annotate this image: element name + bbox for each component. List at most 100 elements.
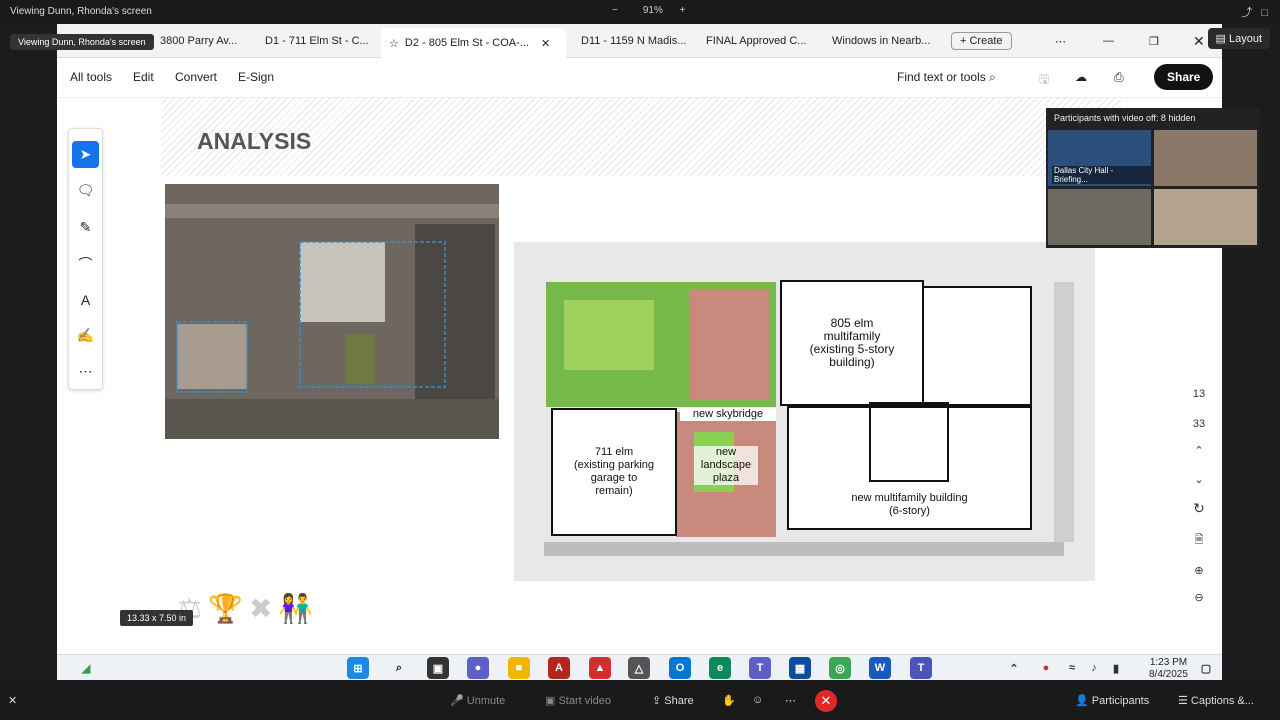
rotate-icon[interactable]: ↻ (1181, 500, 1217, 517)
task-view-icon[interactable]: ▣ (427, 657, 449, 679)
find-tools-button[interactable]: Find text or tools ⌕ (897, 70, 996, 85)
more-icon[interactable]: ⋯ (785, 694, 796, 707)
wifi-icon[interactable]: ≈ (1061, 657, 1083, 679)
participants-button[interactable]: 👤 Participants (1075, 694, 1149, 707)
close-panel-icon[interactable]: ✕ (8, 694, 17, 707)
file-explorer-icon[interactable]: ■ (508, 657, 530, 679)
reactions-icon[interactable]: ☺ (752, 694, 763, 706)
star-icon[interactable]: ☆ (389, 37, 399, 50)
comment-icon[interactable]: 🗨 (72, 177, 99, 204)
captions-label: Captions &... (1190, 695, 1254, 707)
page-size-tooltip: 13.33 x 7.50 in (120, 610, 194, 626)
security-icon: ● (1042, 662, 1050, 674)
window-controls[interactable]: ⤴ □ (1241, 4, 1268, 20)
new-multifamily-label: new multifamily building (6-story) (851, 492, 968, 517)
chrome-icon[interactable]: ◎ (829, 657, 851, 679)
taskbar-clock[interactable]: 1:23 PM 8/4/2025 (1149, 657, 1188, 680)
meet-icon[interactable]: ● (467, 657, 489, 679)
layout-button[interactable]: ▤ Layout (1207, 28, 1270, 49)
print-icon[interactable]: ⎙ (1114, 70, 1124, 85)
search-icon[interactable]: ⌕ (388, 657, 410, 679)
leave-button[interactable]: ✕ (815, 690, 837, 712)
block-east (924, 286, 1032, 406)
zoom-in-icon[interactable]: ⊕ (1181, 564, 1217, 577)
captions-button[interactable]: ☰ Captions &... (1178, 694, 1254, 707)
chevron-up-icon[interactable]: ⌃ (1003, 657, 1025, 679)
store-icon[interactable]: ▦ (789, 657, 811, 679)
pen-app-icon[interactable]: △ (628, 657, 650, 679)
create-button[interactable]: + Create (951, 30, 1021, 52)
raise-hand-icon[interactable]: ✋ (722, 694, 736, 707)
share-screen-button[interactable]: ⇪ Share (652, 694, 694, 707)
menu-convert[interactable]: Convert (175, 70, 217, 84)
text-box-icon[interactable]: A (72, 286, 99, 313)
lasso-icon[interactable]: ⌒ (72, 250, 99, 277)
clock-date: 8/4/2025 (1149, 669, 1188, 680)
page-down-icon[interactable]: ⌄ (1181, 473, 1217, 486)
page-total: 33 (1192, 418, 1206, 430)
acrobat-icon[interactable]: ▲ (589, 657, 611, 679)
start-icon[interactable]: ⊞ (347, 657, 369, 679)
tab-label: Windows in Nearb... (832, 35, 931, 47)
upload-icon[interactable]: ☁ (1075, 70, 1087, 84)
start-video-button[interactable]: ▣ Start video (545, 694, 611, 707)
teams-alt-icon[interactable]: T (910, 657, 932, 679)
outlook-icon[interactable]: O (669, 657, 691, 679)
tab-active[interactable]: ☆ D2 - 805 Elm St - COA-... ✕ (381, 28, 566, 58)
video-tile[interactable] (1154, 130, 1257, 186)
page-thumbnail-icon[interactable]: 🗎 (1181, 531, 1217, 550)
more-tools-icon[interactable]: ⋯ (72, 358, 99, 385)
tab-1[interactable]: 3800 Parry Av... (160, 30, 250, 52)
zoom-out-button[interactable]: − (612, 5, 618, 16)
elm805-block: 805 elm multifamily (existing 5-story bu… (780, 280, 924, 406)
tab-4[interactable]: D11 - 1159 N Madis... (581, 30, 691, 52)
participants-label: Participants (1091, 695, 1150, 707)
access-icon[interactable]: A (548, 657, 570, 679)
elm711-label: 711 elm (existing parking garage to rema… (573, 446, 655, 497)
aerial-graphic (165, 184, 499, 439)
close-icon[interactable]: ✕ (1193, 30, 1207, 52)
page-title: ANALYSIS (197, 128, 312, 154)
zoom-level-controls[interactable]: − 91% + (612, 5, 685, 16)
tab-5[interactable]: FINAL Approved C... (706, 30, 816, 52)
video-tile[interactable] (1154, 189, 1257, 245)
menu-esign[interactable]: E-Sign (238, 70, 274, 84)
word-icon[interactable]: W (869, 657, 891, 679)
video-tile-name: Dallas City Hall - Briefing... (1052, 166, 1151, 184)
minimize-icon[interactable]: — (1103, 30, 1117, 52)
close-tab-icon[interactable]: ✕ (541, 37, 550, 50)
save-icon[interactable]: 🖫 (1039, 70, 1049, 91)
viewing-badge: Viewing Dunn, Rhonda's screen (10, 34, 154, 50)
menu-edit[interactable]: Edit (133, 70, 154, 84)
share-button[interactable]: Share (1154, 64, 1214, 90)
video-tile[interactable]: Dallas City Hall - Briefing... (1048, 130, 1151, 186)
page-navigation: 13 33 ⌃ ⌄ ↻ 🗎 ⊕ ⊖ (1181, 378, 1217, 604)
notification-icon[interactable]: ▢ (1195, 657, 1217, 679)
tab-6[interactable]: Windows in Nearb... (832, 30, 942, 52)
more-icon[interactable]: ⋯ (1055, 30, 1075, 52)
teams-icon[interactable]: T (749, 657, 771, 679)
zoom-out-icon[interactable]: ⊖ (1181, 591, 1217, 604)
pen-icon[interactable]: ✎ (72, 214, 99, 241)
page-up-icon[interactable]: ⌃ (1181, 444, 1217, 457)
aerial-photo (165, 184, 499, 439)
pdf-page: ANALYSIS 805 elm multifamily (existing 5… (161, 98, 1121, 654)
page-current: 13 (1192, 388, 1206, 400)
battery-icon[interactable]: ▮ (1105, 657, 1127, 679)
share-screen-label: Share (664, 695, 694, 707)
unmute-button[interactable]: 🎤 Unmute (450, 694, 505, 707)
select-tool-icon[interactable]: ➤ (72, 141, 99, 168)
search-icon: ⌕ (989, 70, 996, 84)
volume-icon[interactable]: ♪ (1083, 657, 1105, 679)
fill-sign-icon[interactable]: ✍ (72, 322, 99, 349)
video-tile[interactable] (1048, 189, 1151, 245)
zoom-in-button[interactable]: + (680, 5, 686, 16)
browser-tab-bar: 3800 Parry Av... D1 - 711 Elm St - C... … (57, 24, 1222, 58)
menu-all-tools[interactable]: All tools (70, 70, 112, 84)
edge-icon[interactable]: e (709, 657, 731, 679)
acrobat-menubar: All tools Edit Convert E-Sign Find text … (57, 58, 1222, 98)
app-icon[interactable]: ◢ (75, 657, 97, 679)
restore-icon[interactable]: ❐ (1149, 30, 1163, 52)
tab-2[interactable]: D1 - 711 Elm St - C... (265, 30, 375, 52)
zoom-top-bar: Viewing Dunn, Rhonda's screen − 91% + ⤴ … (0, 0, 1280, 24)
